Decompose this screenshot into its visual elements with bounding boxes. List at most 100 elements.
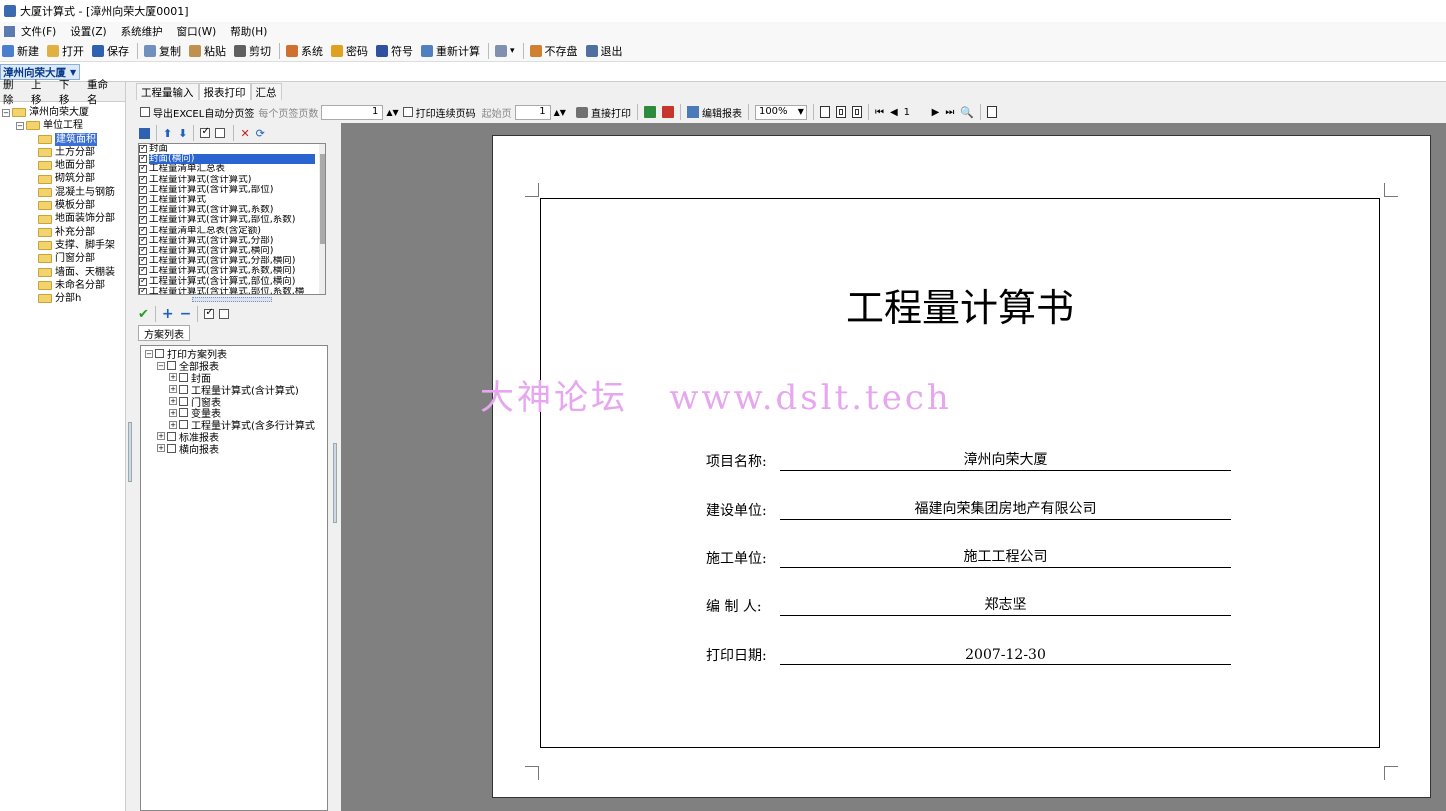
plan-checkbox[interactable] bbox=[179, 408, 188, 418]
plan-checkbox[interactable] bbox=[167, 431, 176, 441]
report-checkbox[interactable] bbox=[139, 205, 147, 215]
arrow-up-icon[interactable]: ⬆ bbox=[163, 127, 172, 140]
paste-button[interactable]: 粘贴 bbox=[189, 43, 226, 59]
page-setup-icon[interactable] bbox=[987, 106, 998, 118]
report-checkbox[interactable] bbox=[139, 287, 147, 294]
tree-item[interactable]: 建筑面积 bbox=[2, 132, 125, 146]
collapse-icon[interactable]: − bbox=[16, 121, 24, 130]
edit-report-button[interactable]: 编辑报表 bbox=[702, 105, 742, 120]
pdf-export-icon[interactable] bbox=[661, 106, 674, 118]
report-list-item[interactable]: 工程量计算式(含计算式,分部,横向) bbox=[139, 256, 325, 266]
spin-icon[interactable]: ▲▼ bbox=[554, 108, 566, 117]
plan-tree-item[interactable]: + 变量表 bbox=[145, 407, 327, 419]
uncheck-all-icon[interactable] bbox=[215, 128, 226, 138]
per-page-input[interactable]: 1 bbox=[321, 104, 384, 120]
left-splitter[interactable] bbox=[126, 82, 136, 811]
page-width-icon[interactable] bbox=[835, 106, 846, 118]
scroll-thumb[interactable] bbox=[320, 154, 325, 244]
page-single-icon[interactable] bbox=[819, 106, 830, 118]
tab-report-print[interactable]: 报表打印 bbox=[198, 83, 251, 100]
plan-tree-item[interactable]: + 工程量计算式(含多行计算式 bbox=[145, 419, 327, 431]
report-checkbox[interactable] bbox=[139, 195, 147, 205]
report-list-item[interactable]: 工程量计算式(含计算式,部位,横向) bbox=[139, 276, 325, 286]
report-list-item[interactable]: 工程量计算式(含计算式,系数,横向) bbox=[139, 266, 325, 276]
report-list-item[interactable]: 工程量计算式(含计算式) bbox=[139, 175, 325, 185]
plan-checkbox[interactable] bbox=[179, 372, 188, 382]
menu-file[interactable]: 文件(F) bbox=[21, 24, 56, 39]
check-all-icon[interactable] bbox=[200, 126, 211, 138]
plan-checkbox[interactable] bbox=[179, 384, 188, 394]
resize-grip[interactable] bbox=[192, 297, 272, 302]
plan-tree-item[interactable]: + 标准报表 bbox=[145, 431, 327, 442]
report-list-item[interactable]: 工程量计算式(含计算式,部位) bbox=[139, 185, 325, 195]
calculator-button[interactable]: 重新计算 bbox=[421, 43, 480, 59]
tree-item[interactable]: 地面分部 bbox=[2, 159, 125, 172]
last-page-icon[interactable]: ⏭ bbox=[945, 107, 954, 118]
report-checkbox[interactable] bbox=[139, 236, 147, 245]
key-button[interactable]: 密码 bbox=[331, 43, 368, 59]
expand-icon[interactable]: + bbox=[169, 408, 177, 417]
cut-button[interactable]: 剪切 bbox=[234, 43, 271, 59]
arrow-down-icon[interactable]: ⬇ bbox=[178, 127, 187, 140]
middle-splitter[interactable] bbox=[331, 123, 341, 811]
tab-quantity-input[interactable]: 工程量输入 bbox=[136, 83, 199, 100]
tree-item[interactable]: 门窗分部 bbox=[2, 252, 125, 265]
tree-item[interactable]: 地面装饰分部 bbox=[2, 212, 125, 225]
page-whole-icon[interactable] bbox=[851, 106, 862, 118]
report-checkbox[interactable] bbox=[139, 266, 147, 276]
minus-icon[interactable]: − bbox=[180, 306, 192, 322]
plan-checkbox[interactable] bbox=[179, 396, 188, 406]
collapse-icon[interactable]: − bbox=[157, 361, 165, 370]
plan-tree-item[interactable]: + 横向报表 bbox=[145, 442, 327, 454]
expand-icon[interactable]: + bbox=[169, 373, 177, 382]
next-page-icon[interactable]: ▶ bbox=[932, 107, 940, 118]
report-checkbox[interactable] bbox=[139, 175, 147, 184]
plan-tree-item[interactable]: − 全部报表 bbox=[145, 360, 327, 372]
plan-checkbox[interactable] bbox=[179, 420, 188, 430]
delete-icon[interactable]: ✕ bbox=[240, 127, 249, 140]
tab-plan-list[interactable]: 方案列表 bbox=[138, 325, 190, 341]
report-checkbox[interactable] bbox=[139, 215, 147, 225]
report-list-item[interactable]: 工程量清单汇总表(含定额) bbox=[139, 226, 325, 236]
excel-export-icon[interactable] bbox=[643, 106, 656, 118]
plan-tree-item[interactable]: + 封面 bbox=[145, 372, 327, 383]
copy-button[interactable]: 复制 bbox=[144, 43, 181, 59]
system-button[interactable]: 系统 bbox=[286, 43, 323, 59]
tree-unit[interactable]: − 单位工程 bbox=[2, 119, 125, 132]
report-checkbox[interactable] bbox=[139, 276, 147, 286]
expand-icon[interactable]: + bbox=[169, 420, 177, 429]
report-list-item[interactable]: 工程量清单汇总表 bbox=[139, 164, 325, 174]
tab-summary[interactable]: 汇总 bbox=[250, 83, 282, 100]
menu-system[interactable]: 系统维护 bbox=[121, 24, 163, 39]
tree-item[interactable]: 砌筑分部 bbox=[2, 172, 125, 185]
expand-icon[interactable]: + bbox=[157, 444, 165, 453]
tree-item[interactable]: 模板分部 bbox=[2, 199, 125, 212]
report-checkbox[interactable] bbox=[139, 185, 147, 194]
menu-help[interactable]: 帮助(H) bbox=[230, 24, 267, 39]
save-button[interactable]: 保存 bbox=[92, 43, 129, 59]
plan-checkbox[interactable] bbox=[167, 361, 176, 371]
export-excel-checkbox[interactable] bbox=[140, 107, 150, 117]
tree-item[interactable]: 混凝土与钢筋 bbox=[2, 186, 125, 199]
report-checkbox[interactable] bbox=[139, 246, 147, 255]
uncheck-all-icon[interactable] bbox=[219, 309, 230, 319]
tree-item[interactable]: 分部h bbox=[2, 292, 125, 305]
plan-tree-item[interactable]: − 打印方案列表 bbox=[145, 348, 327, 360]
prev-page-icon[interactable]: ◀ bbox=[890, 107, 898, 118]
report-list-item[interactable]: 封面(横向) bbox=[139, 154, 325, 165]
splitter-grip[interactable] bbox=[333, 443, 337, 523]
report-list-item[interactable]: 工程量计算式 bbox=[139, 195, 325, 205]
menu-window[interactable]: 窗口(W) bbox=[177, 24, 217, 39]
new-button[interactable]: 新建 bbox=[2, 43, 39, 59]
collapse-icon[interactable]: − bbox=[145, 349, 153, 358]
report-list-item[interactable]: 工程量计算式(含计算式,横向) bbox=[139, 246, 325, 256]
tree-item[interactable]: 墙面、天棚装 bbox=[2, 266, 125, 279]
check-all-icon[interactable] bbox=[204, 307, 215, 319]
pilcrow-button[interactable]: 符号 bbox=[376, 43, 413, 59]
report-list-item[interactable]: 工程量计算式(含计算式,部位,系数,横 bbox=[139, 287, 325, 294]
nosave-button[interactable]: 不存盘 bbox=[529, 43, 578, 59]
report-checkbox[interactable] bbox=[139, 154, 147, 164]
tree-item[interactable]: 未命名分部 bbox=[2, 279, 125, 292]
menu-settings[interactable]: 设置(Z) bbox=[70, 24, 106, 39]
save-icon[interactable] bbox=[139, 127, 150, 139]
